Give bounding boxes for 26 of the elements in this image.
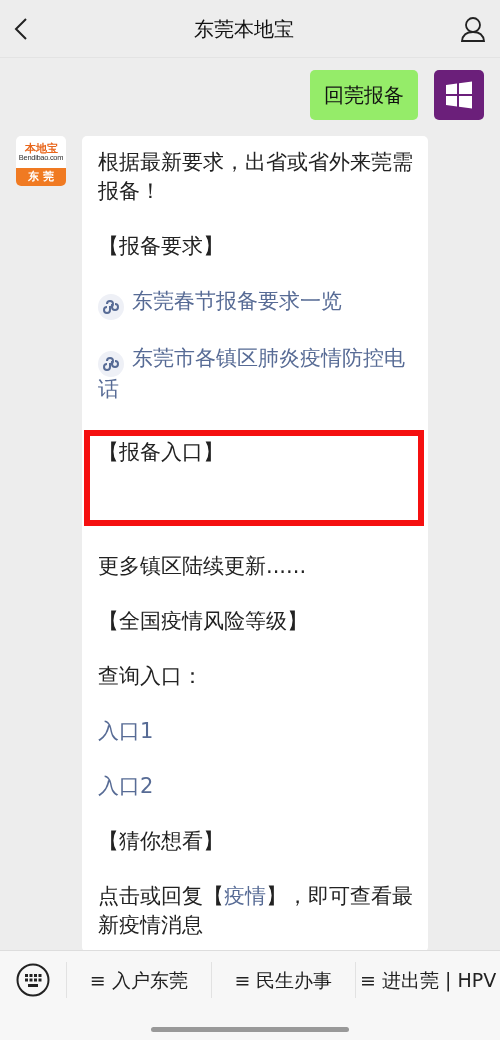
profile-icon[interactable] <box>460 15 486 42</box>
chat-title: 东莞本地宝 <box>194 15 294 43</box>
message-text: 【报备入口】 <box>98 439 225 466</box>
message-text: 【猜你想看】 <box>98 828 225 855</box>
message-text: 点击或回复【疫情】，即可查看最新疫情消息 <box>98 883 414 939</box>
message-text: 根据最新要求，出省或省外来莞需报备！ <box>98 149 414 205</box>
menu-tab[interactable]: ≡ 入户东莞 <box>66 961 211 999</box>
link[interactable]: 入口2 <box>98 772 416 801</box>
message-text: 【全国疫情风险等级】 <box>98 608 309 635</box>
menu-tab[interactable]: ≡ 进出莞 | HPV <box>355 961 500 999</box>
avatar-icon <box>434 70 484 120</box>
keyboard-icon[interactable] <box>16 963 50 997</box>
mini-program-link[interactable]: 东莞市各镇区肺炎疫情防控电话 <box>98 344 416 404</box>
link-icon <box>98 349 124 375</box>
mini-program-link[interactable]: 东莞春节报备要求一览 <box>98 287 416 318</box>
link-icon <box>98 292 124 318</box>
menu-tab[interactable]: ≡ 民生办事 <box>210 961 356 999</box>
logo-text: 本地宝 <box>24 142 58 154</box>
link[interactable]: 疫情 <box>224 884 266 908</box>
logo-city: 东 莞 <box>16 168 66 186</box>
message-text: 查询入口： <box>98 663 204 690</box>
message-text: 【报备要求】 <box>98 233 225 260</box>
link[interactable]: 入口1 <box>98 717 416 746</box>
message-text: 更多镇区陆续更新...... <box>98 553 308 580</box>
back-icon[interactable] <box>14 16 28 41</box>
message-bubble: 回莞报备 <box>310 70 418 120</box>
